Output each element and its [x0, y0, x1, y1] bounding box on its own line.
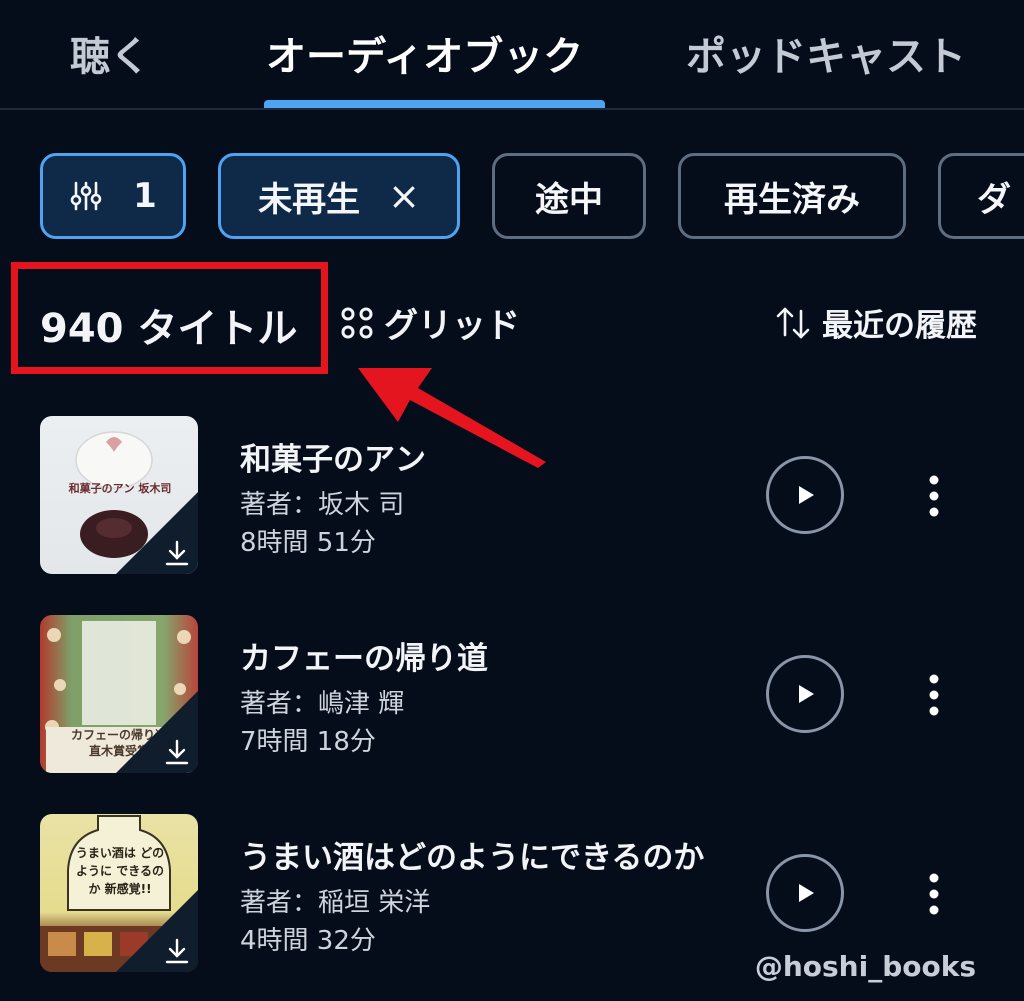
download-icon[interactable] [162, 737, 192, 767]
book-cover[interactable]: うまい酒は どのように できるのか 新感覚!! [40, 814, 198, 972]
top-tab-bar: 聴く オーディオブック ポッドキャスト [0, 0, 1024, 110]
filter-chip-unplayed[interactable]: 未再生 × [218, 153, 460, 239]
more-options-icon[interactable] [916, 472, 952, 520]
book-length: 8時間 51分 [240, 528, 376, 558]
play-button[interactable] [766, 456, 844, 534]
filter-chip-download[interactable]: ダ [938, 153, 1024, 239]
play-button[interactable] [766, 655, 844, 733]
grid-icon [341, 307, 373, 338]
book-cover[interactable]: カフェーの帰り道 直木賞受賞 [40, 615, 198, 773]
more-options-icon[interactable] [916, 870, 952, 918]
filter-chip-finished[interactable]: 再生済み [678, 153, 906, 239]
play-icon [799, 486, 814, 504]
filter-chip-label: 未再生 [258, 179, 361, 220]
sort-button[interactable]: 最近の履歴 [774, 300, 977, 345]
download-icon[interactable] [162, 538, 192, 568]
active-tab-indicator [264, 100, 605, 108]
download-icon[interactable] [162, 936, 192, 966]
book-length: 4時間 32分 [240, 926, 376, 956]
book-length: 7時間 18分 [240, 727, 376, 757]
play-icon [799, 884, 814, 902]
play-icon [799, 685, 814, 703]
book-author: 著者：稲垣 栄洋 [240, 888, 431, 918]
filter-chip-in-progress[interactable]: 途中 [492, 153, 646, 239]
tab-audiobooks[interactable]: オーディオブック [266, 24, 583, 82]
book-title[interactable]: 和菓子のアン [240, 434, 426, 479]
audible-library-screen: 聴く オーディオブック ポッドキャスト 1 未再生 × 途中 再生済み ダ 94… [0, 0, 1024, 1001]
close-icon[interactable]: × [388, 174, 420, 218]
play-button[interactable] [766, 854, 844, 932]
list-item[interactable]: 和菓子のアン 坂木司 和菓子のアン 著者：坂木 司 8時間 51分 [0, 416, 1024, 576]
sort-label: 最近の履歴 [822, 308, 977, 344]
more-options-icon[interactable] [916, 671, 952, 719]
tab-listen[interactable]: 聴く [70, 24, 150, 82]
annotation-highlight-box [11, 262, 328, 374]
filter-settings-button[interactable]: 1 [40, 153, 186, 239]
watermark: @hoshi_books [754, 950, 976, 983]
book-title[interactable]: うまい酒はどのようにできるのか [240, 832, 704, 877]
grid-view-button[interactable]: グリッド [340, 298, 520, 347]
book-cover[interactable]: 和菓子のアン 坂木司 [40, 416, 198, 574]
book-author: 著者：嶋津 輝 [240, 689, 405, 719]
filter-chip-label: ダ [977, 179, 1011, 220]
sliders-icon [70, 181, 102, 211]
sort-arrows-icon [776, 307, 810, 338]
book-title[interactable]: カフェーの帰り道 [240, 633, 488, 678]
view-label: グリッド [384, 306, 520, 346]
filter-chip-label: 再生済み [724, 179, 860, 220]
tab-podcasts[interactable]: ポッドキャスト [686, 24, 966, 82]
filter-count: 1 [133, 176, 157, 216]
list-item[interactable]: カフェーの帰り道 直木賞受賞 カフェーの帰り道 著者：嶋津 輝 7時間 18分 [0, 615, 1024, 775]
filter-chip-label: 途中 [535, 179, 603, 220]
book-author: 著者：坂木 司 [240, 490, 405, 520]
